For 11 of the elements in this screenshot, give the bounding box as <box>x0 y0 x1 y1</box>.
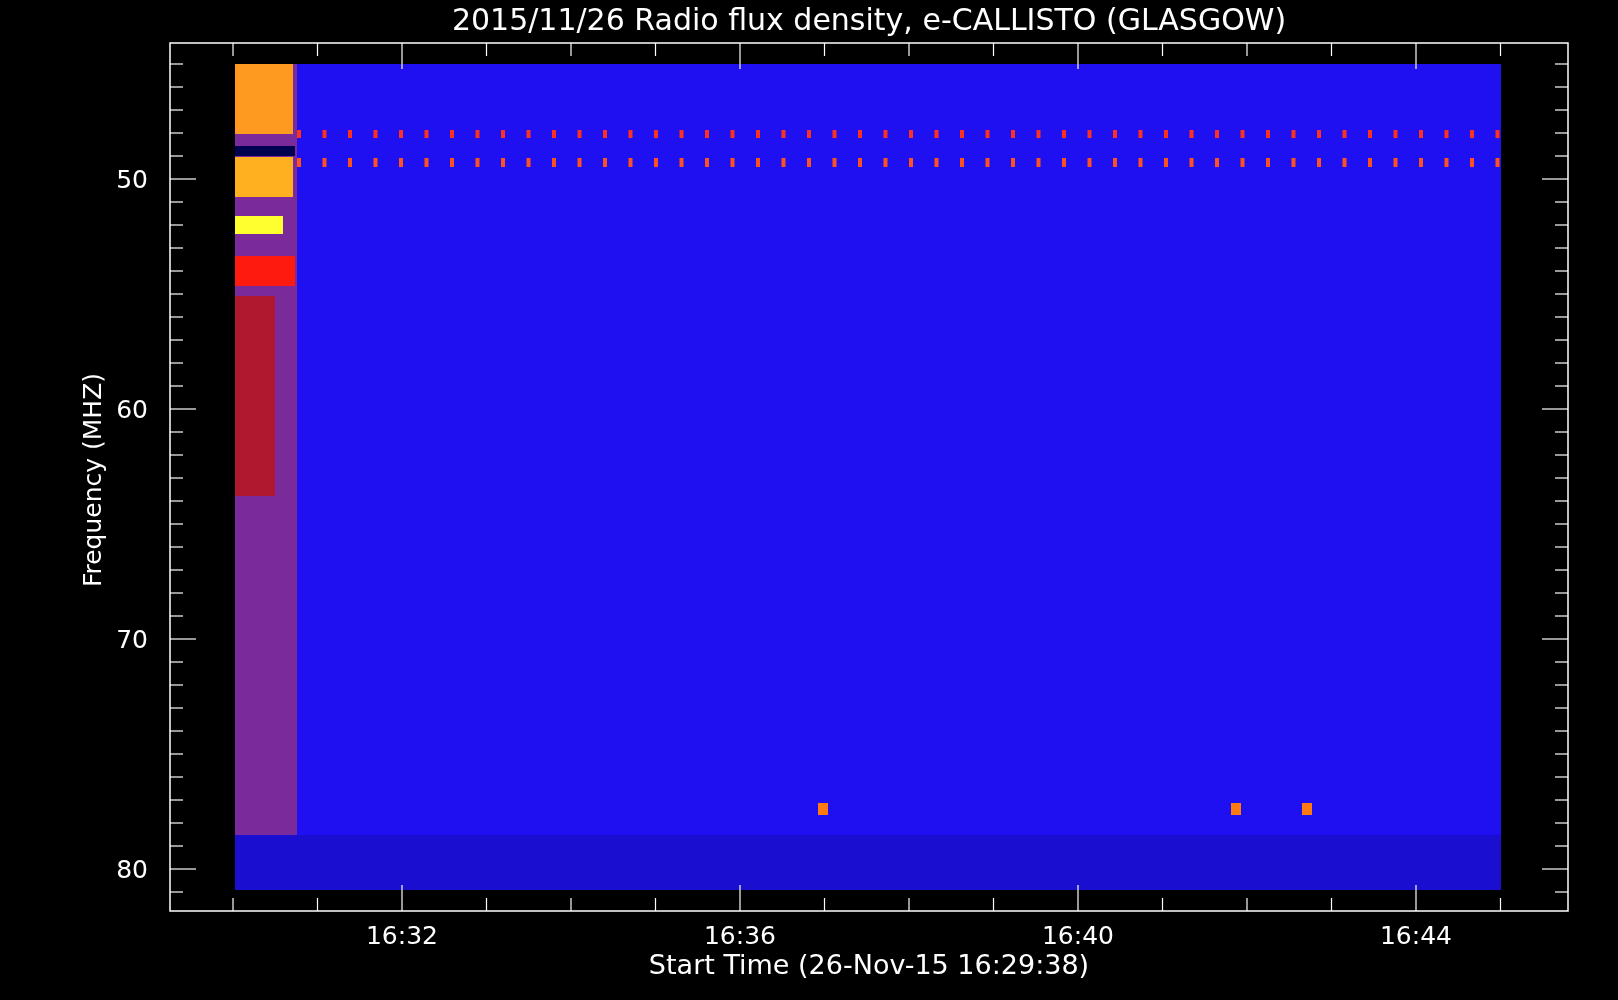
x-axis-label: Start Time (26-Nov-15 16:29:38) <box>648 949 1090 980</box>
y-tick-label: 70 <box>116 625 148 654</box>
x-tick-label: 16:32 <box>366 921 438 950</box>
x-tick-label: 16:40 <box>1042 921 1114 950</box>
y-tick-label: 60 <box>116 395 148 424</box>
y-tick-label: 50 <box>116 165 148 194</box>
x-tick-label: 16:44 <box>1380 921 1452 950</box>
chart-title: 2015/11/26 Radio flux density, e-CALLISTO (GLASGOW) <box>451 2 1287 37</box>
x-tick-label: 16:36 <box>704 921 776 950</box>
y-axis-label: Frequency (MHZ) <box>78 372 107 588</box>
y-tick-label: 80 <box>116 855 148 884</box>
